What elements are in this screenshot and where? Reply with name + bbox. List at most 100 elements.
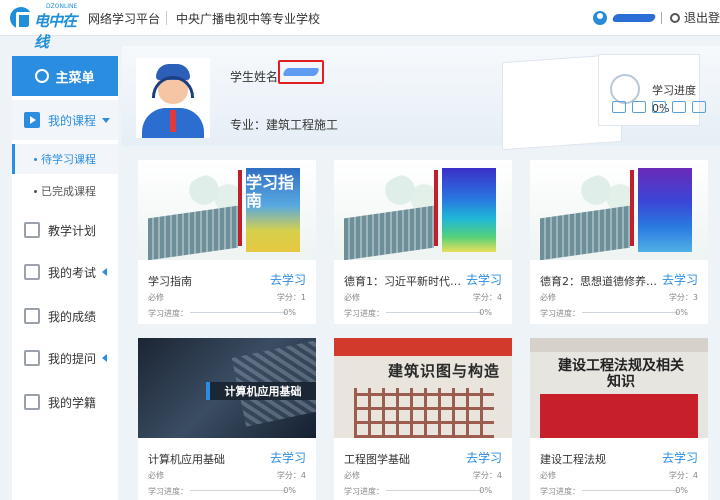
course-cover[interactable] <box>334 160 512 260</box>
course-credit: 学分：4 <box>276 471 306 480</box>
go-study-link[interactable]: 去学习 <box>662 449 698 466</box>
profile-banner: 学生姓名 专业：建筑工程施工 学习进度 0% <box>122 46 720 151</box>
divider <box>166 11 167 25</box>
course-title: 学习指南 <box>148 275 192 288</box>
course-card[interactable]: 建筑识图与构造 工程图学基础 去学习 必修 学分：4 学习进度： 0% <box>334 338 512 500</box>
course-title: 德育1：习近平新时代中国特... <box>344 275 464 288</box>
go-study-link[interactable]: 去学习 <box>270 271 306 288</box>
progress-label: 学习进度： <box>344 487 384 496</box>
course-cover[interactable]: 学习指南 <box>138 160 316 260</box>
logo-brand-en: DZONLINE <box>46 3 78 10</box>
sidebar-item-my-scores[interactable]: 我的成绩 <box>12 296 118 336</box>
course-type: 必修 <box>148 471 164 480</box>
course-title: 德育2：思想道德修养与法律... <box>540 275 660 288</box>
course-title: 工程图学基础 <box>344 453 410 466</box>
progress-label: 学习进度： <box>540 487 580 496</box>
sidebar-item-label: 教学计划 <box>48 223 97 238</box>
menu-icon <box>35 69 50 83</box>
settings-icon[interactable] <box>692 101 706 113</box>
cover-title: 计算机应用基础 <box>206 382 316 400</box>
sidebar-item-label: 我的学籍 <box>48 395 97 410</box>
course-card[interactable]: 学习指南 学习指南 去学习 必修 学分：1 学习进度： 0% <box>138 160 316 324</box>
cover-title: 学习指南 <box>246 173 295 210</box>
progress-percent: 0% <box>283 486 296 495</box>
course-cover[interactable]: 计算机应用基础 <box>138 338 316 438</box>
logout-icon[interactable] <box>669 12 680 23</box>
progress-bar <box>190 312 286 313</box>
course-card[interactable]: 建设工程法规及相关知识 建设工程法规 去学习 必修 学分：4 学习进度： 0% <box>530 338 708 500</box>
course-type: 必修 <box>540 293 556 302</box>
bullet-icon <box>34 157 37 161</box>
save-icon[interactable] <box>652 101 666 113</box>
sidebar-item-completed-courses[interactable]: 已完成课程 <box>12 176 118 206</box>
record-icon <box>24 394 40 410</box>
fullscreen-icon[interactable] <box>632 101 646 113</box>
course-type: 必修 <box>540 471 556 480</box>
bullet-icon <box>34 189 37 193</box>
bookmark-icon[interactable] <box>612 101 626 113</box>
progress-percent: 0% <box>283 308 296 317</box>
chevron-down-icon <box>102 117 111 123</box>
course-cover[interactable] <box>530 160 708 260</box>
logo-brand: 电中在线 <box>34 12 77 51</box>
course-credit: 学分：1 <box>276 293 306 302</box>
logo[interactable]: DZONLINE 电中在线 <box>10 3 78 51</box>
course-credit: 学分：4 <box>472 293 502 302</box>
progress-label: 学习进度： <box>148 487 188 496</box>
sidebar: 主菜单 我的课程 待学习课程 已完成课程 教学计划 我的考试 我的成绩 我的提问… <box>12 56 118 500</box>
progress-bar <box>386 312 482 313</box>
exam-icon <box>24 264 40 280</box>
sidebar-item-label: 我的成绩 <box>48 309 97 324</box>
top-bar: DZONLINE 电中在线 网络学习平台 中央广播电视中等专业学校 退出登 <box>0 0 720 51</box>
sidebar-item-teaching-plan[interactable]: 教学计划 <box>12 210 118 250</box>
progress-bar <box>386 490 482 491</box>
go-study-link[interactable]: 去学习 <box>466 449 502 466</box>
share-icon[interactable] <box>672 101 686 113</box>
student-name-redacted <box>278 60 324 84</box>
course-card[interactable]: 计算机应用基础 计算机应用基础 去学习 必修 学分：4 学习进度： 0% <box>138 338 316 500</box>
question-icon <box>24 350 40 366</box>
logout-link[interactable]: 退出登 <box>684 9 720 26</box>
progress-label: 学习进度： <box>344 309 384 318</box>
go-study-link[interactable]: 去学习 <box>270 449 306 466</box>
progress-bar <box>582 312 678 313</box>
course-card[interactable]: 德育1：习近平新时代中国特... 去学习 必修 学分：4 学习进度： 0% <box>334 160 512 324</box>
sidebar-item-my-records[interactable]: 我的学籍 <box>12 382 118 422</box>
chevron-left-icon <box>102 268 108 276</box>
sidebar-item-my-courses[interactable]: 我的课程 <box>12 100 118 140</box>
sidebar-item-label: 我的提问 <box>48 351 97 366</box>
course-card[interactable]: 德育2：思想道德修养与法律... 去学习 必修 学分：3 学习进度： 0% <box>530 160 708 324</box>
major-label: 专业：建筑工程施工 <box>230 118 339 132</box>
sidebar-item-pending-courses[interactable]: 待学习课程 <box>12 144 118 174</box>
course-type: 必修 <box>148 293 164 302</box>
cover-title: 建设工程法规及相关知识 <box>558 358 684 390</box>
sidebar-item-label: 我的课程 <box>48 113 97 128</box>
platform-title: 网络学习平台 <box>88 12 161 26</box>
sidebar-item-label: 已完成课程 <box>41 185 96 198</box>
user-name-redacted[interactable] <box>611 13 657 22</box>
sidebar-item-my-exams[interactable]: 我的考试 <box>12 252 118 292</box>
course-title: 建设工程法规 <box>540 453 606 466</box>
course-cover[interactable]: 建设工程法规及相关知识 <box>530 338 708 438</box>
main-menu-header[interactable]: 主菜单 <box>12 56 118 96</box>
progress-percent: 0% <box>675 308 688 317</box>
progress-percent: 0% <box>479 486 492 495</box>
progress-bar <box>582 490 678 491</box>
course-cover[interactable]: 建筑识图与构造 <box>334 338 512 438</box>
play-icon <box>24 112 40 128</box>
school-name: 中央广播电视中等专业学校 <box>176 12 321 26</box>
user-area: 退出登 <box>592 9 720 26</box>
progress-label: 学习进度： <box>148 309 188 318</box>
user-icon[interactable] <box>592 10 607 25</box>
sidebar-item-my-questions[interactable]: 我的提问 <box>12 338 118 378</box>
divider <box>660 11 662 24</box>
progress-percent: 0% <box>675 486 688 495</box>
calendar-icon <box>24 222 40 238</box>
main-menu-title: 主菜单 <box>55 70 95 86</box>
progress-percent: 0% <box>479 308 492 317</box>
chevron-left-icon <box>102 354 108 362</box>
go-study-link[interactable]: 去学习 <box>466 271 502 288</box>
course-type: 必修 <box>344 471 360 480</box>
cover-title: 建筑识图与构造 <box>388 362 501 380</box>
go-study-link[interactable]: 去学习 <box>662 271 698 288</box>
